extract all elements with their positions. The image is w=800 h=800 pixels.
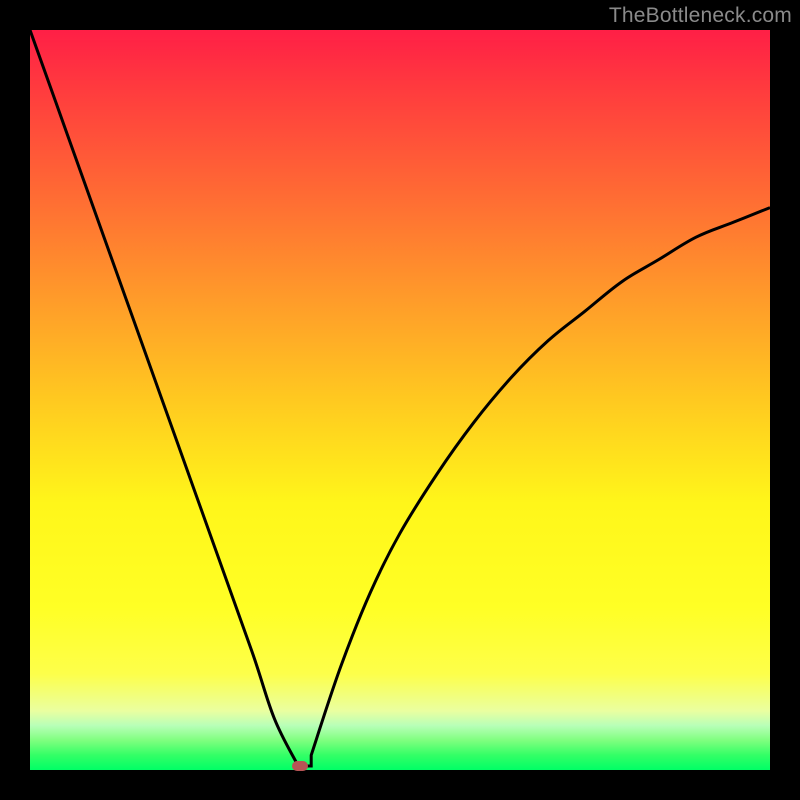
- minimum-marker: [292, 761, 308, 771]
- curve-path: [30, 30, 770, 766]
- chart-frame: TheBottleneck.com: [0, 0, 800, 800]
- bottleneck-curve: [30, 30, 770, 770]
- watermark-text: TheBottleneck.com: [609, 4, 792, 28]
- chart-plot-area: [30, 30, 770, 770]
